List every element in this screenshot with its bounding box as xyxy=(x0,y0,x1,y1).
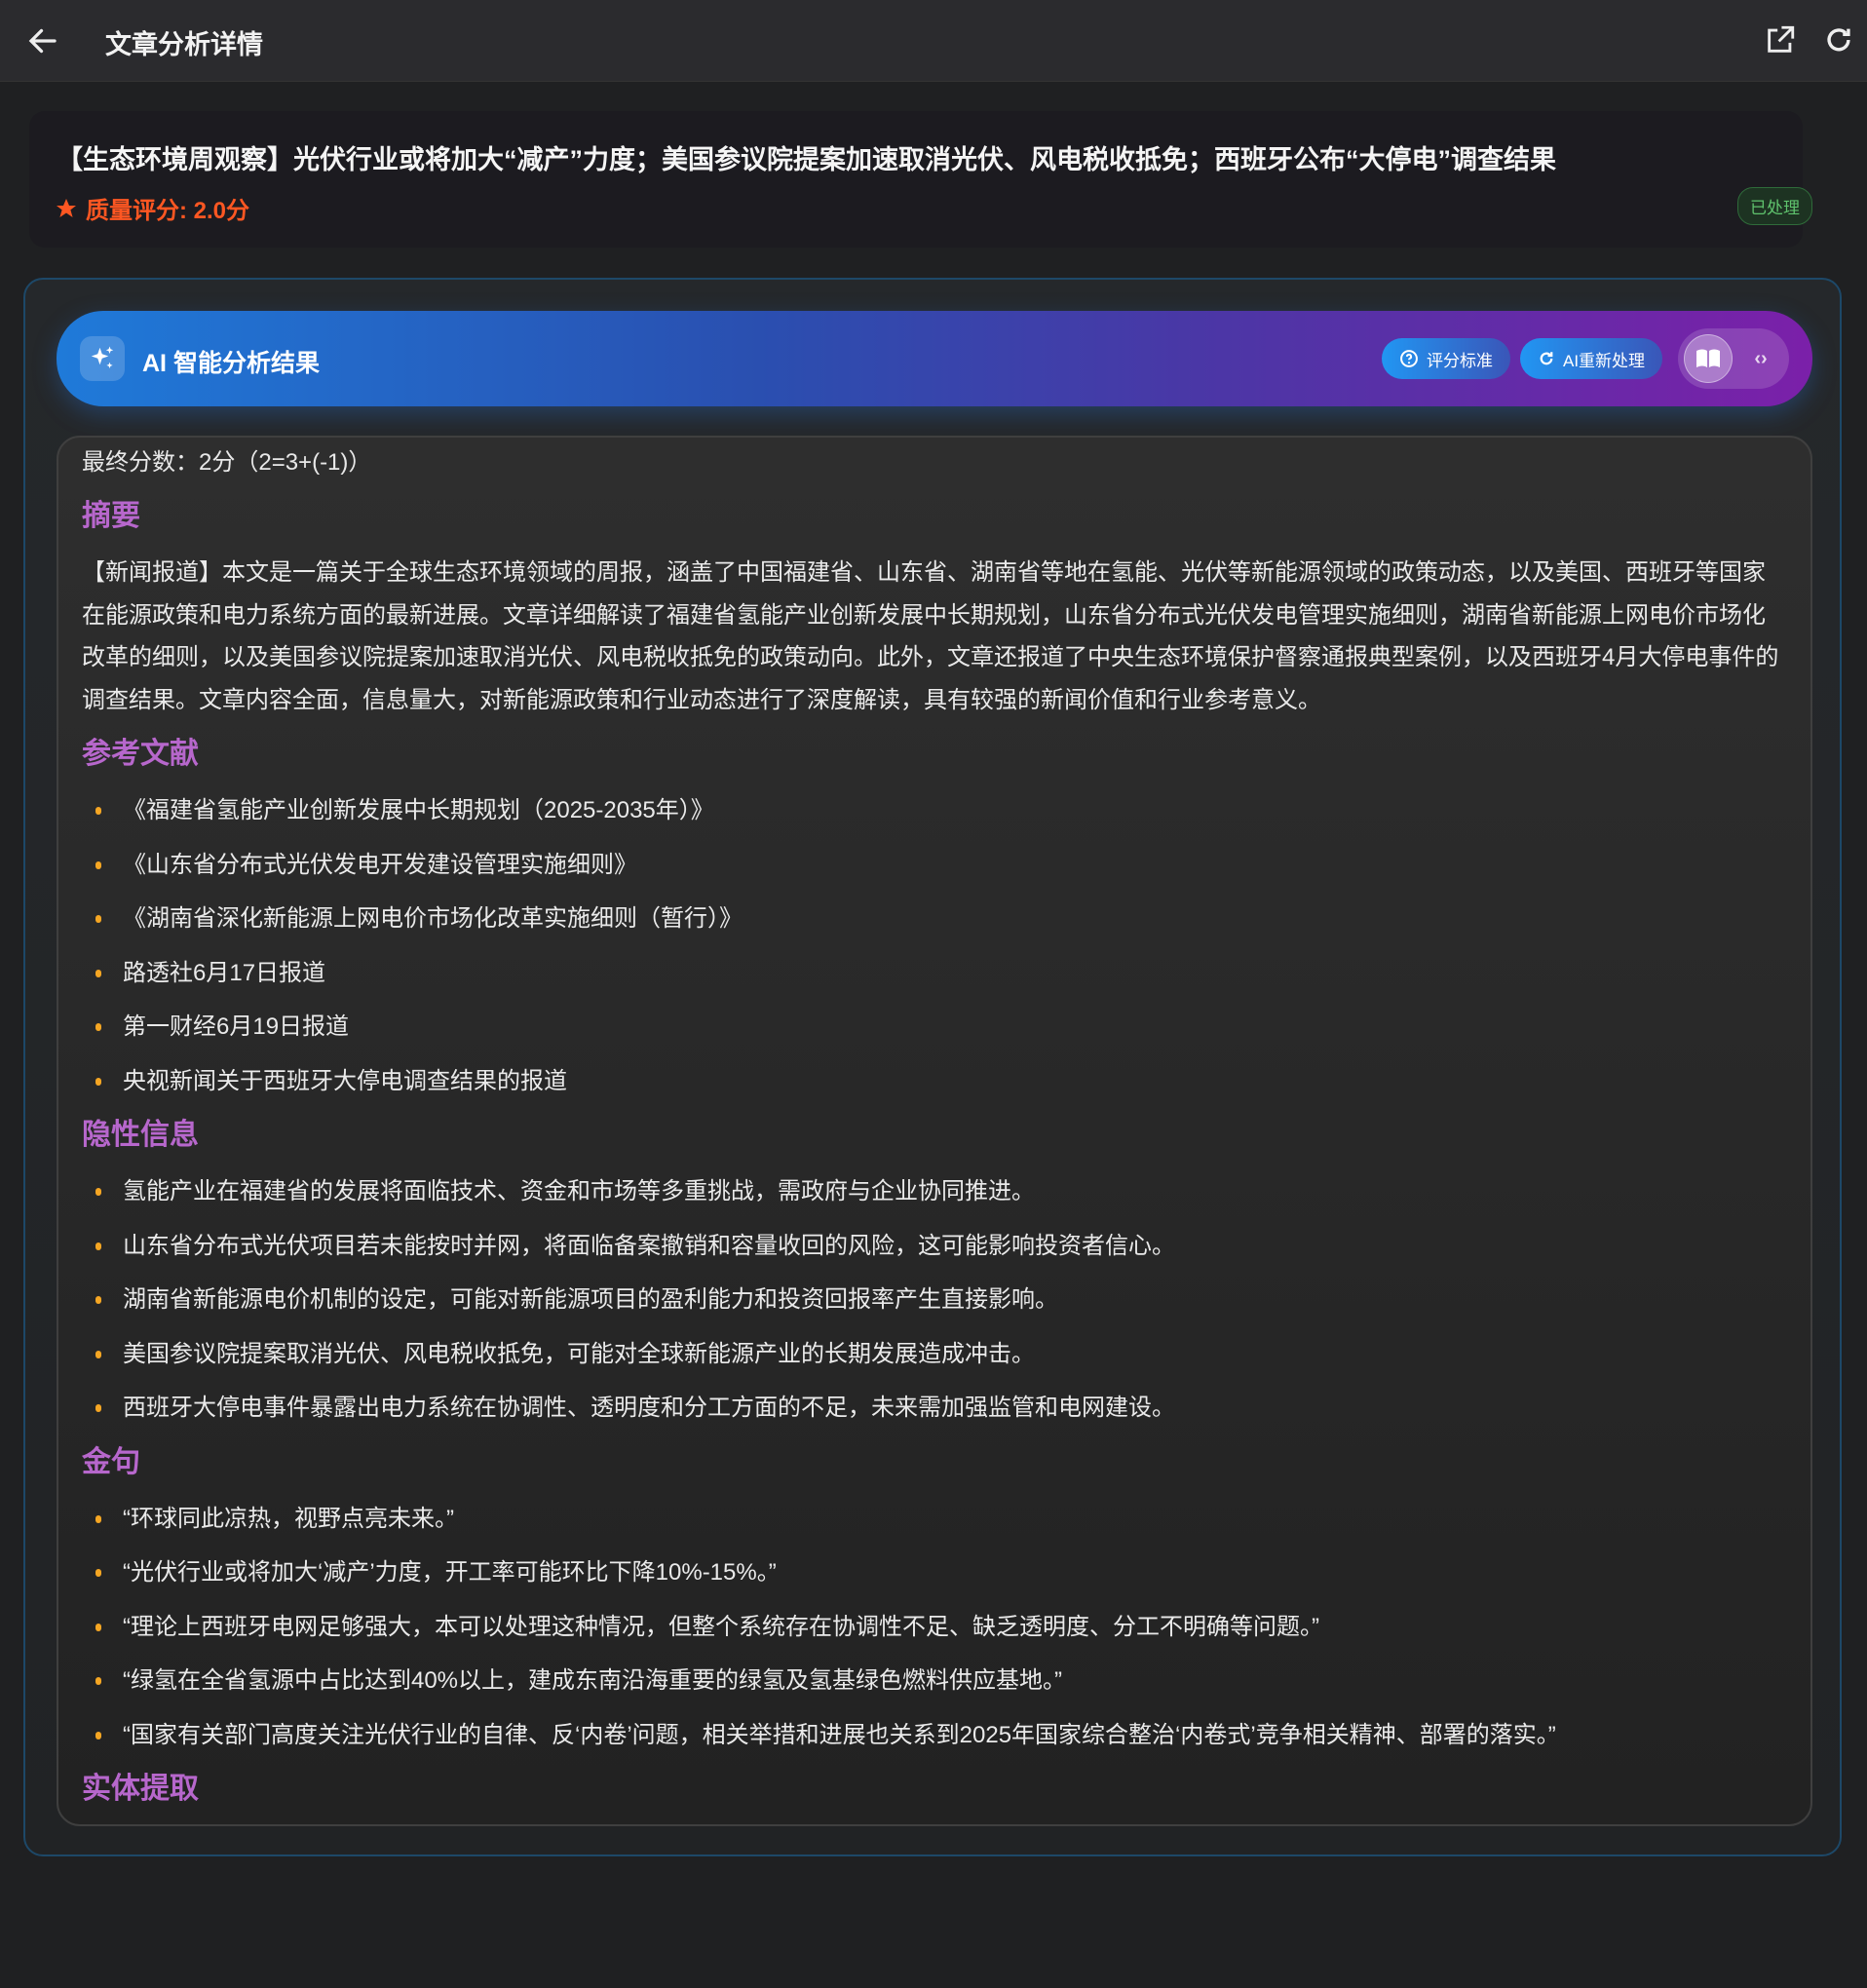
reader-view-book-icon[interactable] xyxy=(1684,334,1733,383)
list-item: “理论上西班牙电网足够强大，本可以处理这种情况，但整个系统存在协调性不足、缺乏透… xyxy=(82,1606,1781,1648)
refresh-icon[interactable] xyxy=(1822,23,1855,57)
article-title: 【生态环境周观察】光伏行业或将加大“减产”力度；美国参议院提案加速取消光伏、风电… xyxy=(57,145,1556,174)
list-item: 央视新闻关于西班牙大停电调查结果的报道 xyxy=(82,1060,1781,1102)
quotes-heading: 金句 xyxy=(82,1445,140,1478)
list-item: 《湖南省深化新能源上网电价市场化改革实施细则（暂行）》 xyxy=(82,898,1781,939)
ai-reprocess-button[interactable]: AI重新处理 xyxy=(1520,338,1663,379)
hidden-info-list: 氢能产业在福建省的发展将面临技术、资金和市场等多重挑战，需政府与企业协同推进。 … xyxy=(82,1170,1781,1429)
list-item: “光伏行业或将加大‘减产’力度，开工率可能环比下降10%-15%。” xyxy=(82,1551,1781,1593)
list-item: “国家有关部门高度关注光伏行业的自律、反‘内卷’问题，相关举措和进展也关系到20… xyxy=(82,1714,1781,1756)
star-icon xyxy=(57,198,76,217)
ai-reprocess-label: AI重新处理 xyxy=(1563,351,1646,370)
ai-analysis-title: AI 智能分析结果 xyxy=(142,350,320,377)
back-arrow-icon[interactable] xyxy=(25,23,60,58)
list-item: 《山东省分布式光伏发电开发建设管理实施细则》 xyxy=(82,844,1781,886)
list-item: 西班牙大停电事件暴露出电力系统在协调性、透明度和分工方面的不足，未来需加强监管和… xyxy=(82,1387,1781,1429)
page-title: 文章分析详情 xyxy=(105,30,263,59)
view-mode-toggle: ‹› xyxy=(1678,328,1789,389)
summary-heading: 摘要 xyxy=(82,500,140,532)
list-item: 湖南省新能源电价机制的设定，可能对新能源项目的盈利能力和投资回报率产生直接影响。 xyxy=(82,1279,1781,1320)
code-view-icon[interactable]: ‹› xyxy=(1746,344,1775,373)
list-item: 美国参议院提案取消光伏、风电税收抵免，可能对全球新能源产业的长期发展造成冲击。 xyxy=(82,1333,1781,1375)
quotes-list: “环球同此凉热，视野点亮未来。” “光伏行业或将加大‘减产’力度，开工率可能环比… xyxy=(82,1498,1781,1756)
scoring-criteria-label: 评分标准 xyxy=(1427,351,1493,370)
quality-score-label: 质量评分: 2.0分 xyxy=(86,198,250,224)
sparkle-icon xyxy=(80,336,125,381)
top-bar: 文章分析详情 xyxy=(0,0,1867,82)
analysis-content[interactable]: 最终分数：2分（2=3+(-1)） 摘要 【新闻报道】本文是一篇关于全球生态环境… xyxy=(57,436,1812,1826)
list-item: “绿氢在全省氢源中占比达到40%以上，建成东南沿海重要的绿氢及氢基绿色燃料供应基… xyxy=(82,1660,1781,1701)
ai-analysis-panel: AI 智能分析结果 评分标准 AI重新处理 ‹› 最终分数：2分（2=3+(-1… xyxy=(23,278,1842,1856)
quality-score: 质量评分: 2.0分 xyxy=(55,191,249,225)
list-item: 氢能产业在福建省的发展将面临技术、资金和市场等多重挑战，需政府与企业协同推进。 xyxy=(82,1170,1781,1212)
references-heading: 参考文献 xyxy=(82,738,199,770)
entities-heading: 实体提取 xyxy=(82,1773,199,1805)
final-score: 最终分数：2分（2=3+(-1)） xyxy=(82,449,372,476)
list-item: 山东省分布式光伏项目若未能按时并网，将面临备案撤销和容量收回的风险，这可能影响投… xyxy=(82,1225,1781,1267)
scoring-criteria-button[interactable]: 评分标准 xyxy=(1382,338,1510,379)
hidden-info-heading: 隐性信息 xyxy=(82,1119,199,1151)
list-item: 《福建省氢能产业创新发展中长期规划（2025-2035年）》 xyxy=(82,789,1781,831)
ai-analysis-header: AI 智能分析结果 评分标准 AI重新处理 ‹› xyxy=(57,311,1812,406)
question-circle-icon xyxy=(1400,350,1418,367)
summary-text: 【新闻报道】本文是一篇关于全球生态环境领域的周报，涵盖了中国福建省、山东省、湖南… xyxy=(82,559,1779,713)
status-badge: 已处理 xyxy=(1737,187,1812,225)
list-item: “环球同此凉热，视野点亮未来。” xyxy=(82,1498,1781,1540)
refresh-icon xyxy=(1540,352,1553,365)
article-header-card: 【生态环境周观察】光伏行业或将加大“减产”力度；美国参议院提案加速取消光伏、风电… xyxy=(29,111,1812,248)
open-external-icon[interactable] xyxy=(1764,23,1797,57)
references-list: 《福建省氢能产业创新发展中长期规划（2025-2035年）》 《山东省分布式光伏… xyxy=(82,789,1781,1102)
list-item: 第一财经6月19日报道 xyxy=(82,1006,1781,1048)
list-item: 路透社6月17日报道 xyxy=(82,952,1781,994)
